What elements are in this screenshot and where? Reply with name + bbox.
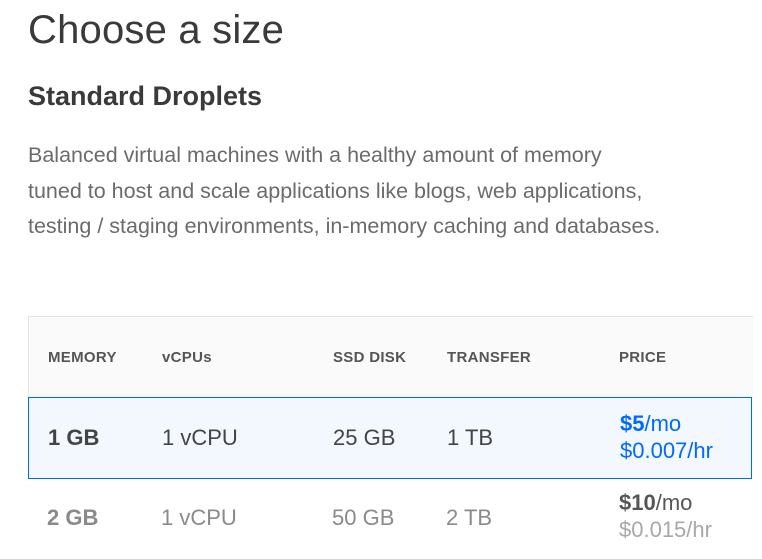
column-header-transfer: TRANSFER xyxy=(447,349,532,366)
row-memory: 1 GB xyxy=(48,425,100,450)
droplet-size-table: MEMORY vCPUs SSD DISK TRANSFER PRICE 1 G… xyxy=(28,316,753,559)
description-line: testing / staging environments, in-memor… xyxy=(28,214,661,238)
price-monthly-unit: /mo xyxy=(655,490,693,515)
price-hourly: $0.007/hr xyxy=(620,438,713,463)
row-transfer: 1 TB xyxy=(447,425,494,450)
row-ssd-disk: 25 GB xyxy=(333,425,396,450)
price-monthly: $10/mo xyxy=(619,489,712,516)
column-header-ssd-disk: SSD DISK xyxy=(333,349,407,366)
row-price: $5/mo $0.007/hr xyxy=(620,410,713,464)
row-price: $10/mo $0.015/hr xyxy=(619,489,712,543)
column-header-vcpus: vCPUs xyxy=(162,349,212,366)
column-header-memory: MEMORY xyxy=(48,349,117,366)
price-monthly-unit: /mo xyxy=(644,411,682,436)
description-line: tuned to host and scale applications lik… xyxy=(28,178,643,203)
row-memory: 2 GB xyxy=(47,505,99,530)
price-hourly: $0.015/hr xyxy=(619,517,712,542)
row-vcpus: 1 vCPU xyxy=(162,425,238,450)
price-monthly-amount: $5 xyxy=(620,411,645,436)
size-row[interactable]: 2 GB 1 vCPU 50 GB 2 TB $10/mo $0.015/hr xyxy=(28,479,752,559)
size-row-selected[interactable]: 1 GB 1 vCPU 25 GB 1 TB $5/mo $0.007/hr xyxy=(28,397,752,479)
row-vcpus: 1 vCPU xyxy=(161,505,237,530)
column-header-price: PRICE xyxy=(619,349,667,366)
description-line: Balanced virtual machines with a healthy… xyxy=(28,143,602,167)
section-description: Balanced virtual machines with a healthy… xyxy=(28,138,756,245)
price-monthly-amount: $10 xyxy=(619,490,656,515)
page-title: Choose a size xyxy=(28,8,285,52)
row-transfer: 2 TB xyxy=(446,505,493,530)
section-title: Standard Droplets xyxy=(28,81,263,111)
table-header: MEMORY vCPUs SSD DISK TRANSFER PRICE xyxy=(29,317,753,398)
row-ssd-disk: 50 GB xyxy=(332,505,395,530)
price-monthly: $5/mo xyxy=(620,410,713,437)
